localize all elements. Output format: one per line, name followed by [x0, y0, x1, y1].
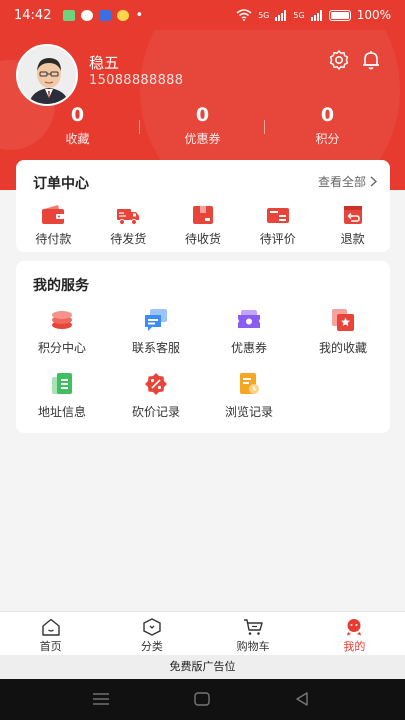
- wifi-icon: [236, 9, 252, 21]
- tab-label: 首页: [39, 640, 62, 653]
- home-icon: [41, 618, 60, 636]
- system-navigation-bar: [0, 679, 405, 720]
- bottom-tab-bar: 首页 分类 购物车 我的: [0, 611, 405, 655]
- service-customer-service[interactable]: 联系客服: [111, 308, 201, 356]
- service-label: 地址信息: [37, 405, 86, 419]
- stat-label: 优惠券: [184, 132, 221, 146]
- favorites-icon: [332, 309, 354, 331]
- points-icon: [52, 311, 72, 329]
- home-button-icon[interactable]: [194, 692, 210, 706]
- tab-home[interactable]: 首页: [0, 612, 101, 655]
- stats-row: 0 收藏 0 优惠券 0 积分: [0, 102, 405, 147]
- tab-profile[interactable]: 我的: [304, 612, 405, 655]
- user-phone: 15088888888: [89, 73, 184, 88]
- cart-icon: [244, 619, 263, 635]
- order-center-card: 订单中心 查看全部 待付款 待发货 待收货 待评价 退款: [16, 160, 390, 252]
- refund-icon: [343, 206, 362, 224]
- status-dot: •: [135, 7, 144, 23]
- tab-cart[interactable]: 购物车: [203, 612, 304, 655]
- stat-coupons[interactable]: 0 优惠券: [140, 102, 265, 147]
- order-label: 退款: [340, 232, 365, 246]
- tab-label: 购物车: [236, 640, 270, 653]
- ad-banner[interactable]: 免费版广告位: [0, 655, 405, 679]
- back-icon[interactable]: [295, 692, 309, 706]
- order-pending-shipment[interactable]: 待发货: [91, 204, 166, 247]
- signal-icon: [275, 9, 287, 21]
- order-label: 待收货: [184, 232, 221, 246]
- user-name: 稳五: [89, 54, 120, 72]
- signal-icon: [310, 9, 322, 21]
- review-icon: [266, 208, 289, 223]
- status-bar: 14:42 • 5G 5G 100%: [0, 0, 405, 30]
- view-all-orders-link[interactable]: 查看全部: [318, 173, 377, 190]
- truck-icon: [117, 209, 140, 225]
- service-coupons[interactable]: 优惠券: [204, 308, 294, 356]
- service-label: 积分中心: [37, 341, 86, 355]
- order-refund[interactable]: 退款: [315, 204, 390, 247]
- service-bargain-records[interactable]: 砍价记录: [111, 372, 201, 420]
- service-points-center[interactable]: 积分中心: [17, 308, 107, 356]
- coupon-icon: [238, 310, 260, 328]
- app-notification-icon: [99, 9, 112, 21]
- service-label: 优惠券: [230, 341, 267, 355]
- tab-label: 分类: [140, 640, 163, 653]
- app-notification-icon: [63, 9, 76, 21]
- order-status-row: 待付款 待发货 待收货 待评价 退款: [16, 204, 390, 247]
- order-pending-review[interactable]: 待评价: [240, 204, 315, 247]
- signal-label-2: 5G: [293, 10, 305, 20]
- order-center-title: 订单中心: [33, 176, 89, 192]
- order-pending-payment[interactable]: 待付款: [16, 204, 91, 247]
- battery-icon: [328, 9, 351, 21]
- order-pending-receipt[interactable]: 待收货: [166, 204, 241, 247]
- signal-label-1: 5G: [258, 10, 270, 20]
- wallet-icon: [42, 205, 65, 224]
- history-icon: [240, 373, 259, 394]
- profile-icon: [347, 619, 362, 636]
- service-label: 浏览记录: [224, 405, 273, 419]
- stat-value: 0: [320, 104, 335, 126]
- tab-label: 我的: [343, 640, 366, 653]
- service-my-favorites[interactable]: 我的收藏: [298, 308, 388, 356]
- order-label: 待付款: [35, 232, 72, 246]
- wechat-icon: [81, 9, 94, 21]
- service-label: 联系客服: [131, 341, 180, 355]
- my-services-title: 我的服务: [33, 278, 89, 294]
- service-browsing-history[interactable]: 浏览记录: [204, 372, 294, 420]
- settings-gear-icon[interactable]: [327, 48, 351, 72]
- status-time: 14:42: [14, 7, 52, 23]
- tab-category[interactable]: 分类: [101, 612, 202, 655]
- stat-label: 收藏: [65, 132, 90, 146]
- order-label: 待评价: [259, 232, 296, 246]
- service-label: 我的收藏: [318, 341, 367, 355]
- package-icon: [192, 206, 213, 224]
- notification-bell-icon[interactable]: [359, 48, 383, 72]
- battery-level: 100%: [356, 8, 391, 22]
- order-label: 待发货: [110, 232, 147, 246]
- weibo-icon: [117, 9, 130, 21]
- stat-points[interactable]: 0 积分: [265, 102, 390, 147]
- my-services-card: 我的服务 积分中心 联系客服 优惠券 我的收藏 地址信息 砍价记录 浏览记录: [16, 261, 390, 433]
- bargain-icon: [145, 373, 167, 395]
- chevron-right-icon: [370, 176, 377, 187]
- stat-value: 0: [70, 104, 85, 126]
- address-icon: [52, 373, 72, 394]
- view-all-label: 查看全部: [317, 175, 366, 189]
- stat-value: 0: [195, 104, 210, 126]
- avatar[interactable]: [16, 44, 78, 106]
- customer-service-icon: [145, 309, 167, 331]
- stat-favorites[interactable]: 0 收藏: [15, 102, 140, 147]
- avatar-image: [18, 46, 76, 104]
- category-icon: [143, 618, 161, 636]
- service-label: 砍价记录: [131, 405, 180, 419]
- recent-apps-icon[interactable]: [93, 693, 109, 705]
- stat-label: 积分: [315, 132, 340, 146]
- service-address-info[interactable]: 地址信息: [17, 372, 107, 420]
